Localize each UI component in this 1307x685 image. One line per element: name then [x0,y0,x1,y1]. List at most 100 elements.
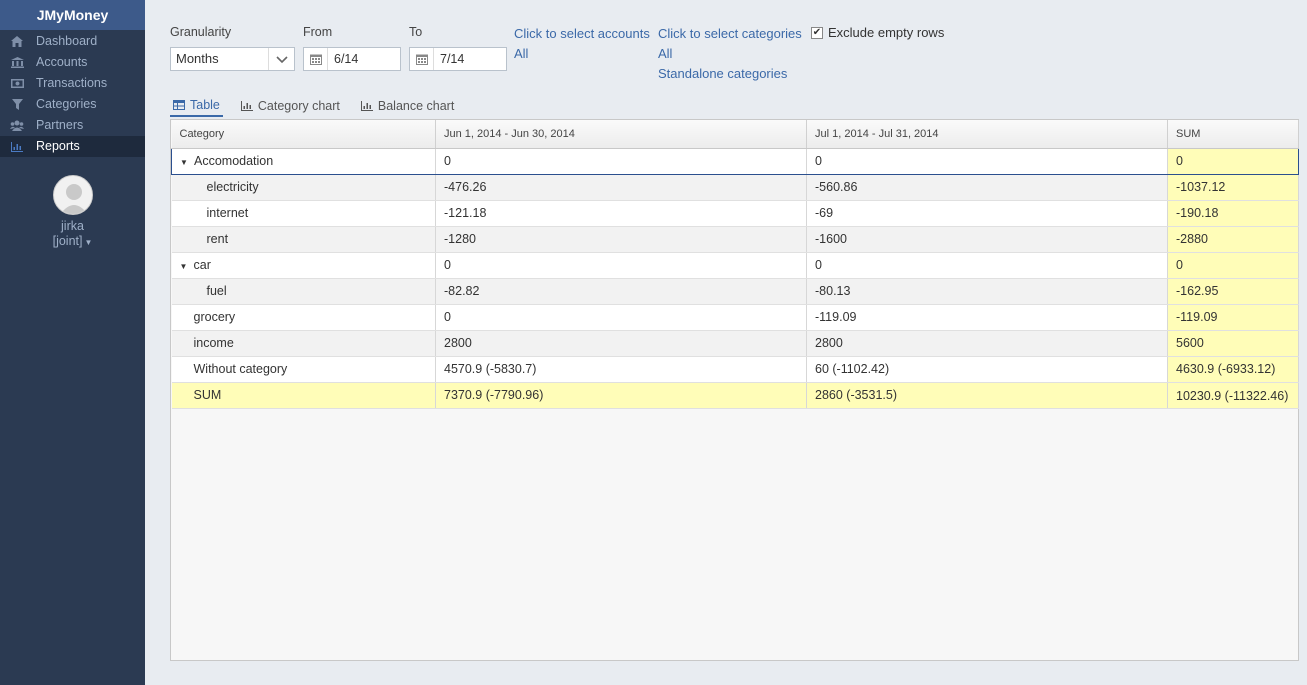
table-icon [173,100,185,110]
table-row[interactable]: internet -121.18 -69 -190.18 [171,200,1299,227]
from-date-input[interactable]: 6/14 [303,47,401,71]
column-header-sum[interactable]: SUM [1167,120,1299,149]
sidebar: JMyMoney Dashboard Accounts Transactions… [0,0,145,685]
value-cell: -476.26 [435,174,807,201]
value-cell: -1600 [806,226,1168,253]
categories-value[interactable]: All [658,46,672,61]
value-cell: 0 [806,147,1168,175]
category-label: internet [206,206,249,220]
tab-balance-chart[interactable]: Balance chart [358,95,457,117]
table-row[interactable]: fuel -82.82 -80.13 -162.95 [171,278,1299,305]
granularity-label: Granularity [170,25,232,39]
value-cell: 0 [435,252,807,279]
calendar-icon[interactable] [304,48,328,70]
tab-label: Category chart [257,99,340,113]
to-date-input[interactable]: 7/14 [409,47,507,71]
value-cell: 0 [435,304,807,331]
table-body: ▼ Accomodation 0 0 0 electricity -476.26 -560.8… [171,147,1299,409]
category-cell[interactable]: SUM [171,382,436,409]
calendar-icon[interactable] [410,48,434,70]
group-icon [10,120,24,132]
category-cell[interactable]: internet [171,200,436,227]
table-header-row: Category Jun 1, 2014 - Jun 30, 2014 Jul … [171,120,1299,149]
value-cell: -1280 [435,226,807,253]
nav-item-reports[interactable]: Reports [0,136,145,157]
table-row[interactable]: electricity -476.26 -560.86 -1037.12 [171,174,1299,201]
category-cell[interactable]: rent [171,226,436,253]
column-header-period-1[interactable]: Jun 1, 2014 - Jun 30, 2014 [435,120,807,149]
table-row[interactable]: income 2800 2800 5600 [171,330,1299,357]
expand-toggle-icon[interactable]: ▼ [180,158,194,167]
sum-cell: 4630.9 (-6933.12) [1167,356,1299,383]
nav-label: Categories [36,97,97,111]
category-label: grocery [193,310,236,324]
nav-item-categories[interactable]: Categories [0,94,145,115]
sum-cell: -190.18 [1167,200,1299,227]
value-cell: -119.09 [806,304,1168,331]
column-header-period-2[interactable]: Jul 1, 2014 - Jul 31, 2014 [806,120,1168,149]
tab-table[interactable]: Table [170,95,223,117]
table-row[interactable]: rent -1280 -1600 -2880 [171,226,1299,253]
sum-cell: -2880 [1167,226,1299,253]
category-cell[interactable]: electricity [171,174,436,201]
tab-category-chart[interactable]: Category chart [238,95,343,117]
category-cell[interactable]: Without category [171,356,436,383]
checkbox-checked-icon[interactable]: ✔ [811,26,823,39]
category-cell[interactable]: ▼ Accomodation [171,147,436,175]
category-cell[interactable]: income [171,330,436,357]
nav-label: Accounts [36,55,88,69]
table-row[interactable]: ▼ Accomodation 0 0 0 [171,147,1299,175]
nav-label: Dashboard [36,34,98,48]
expand-toggle-icon[interactable]: ▼ [180,262,194,271]
nav-label: Reports [36,139,80,153]
select-categories-link[interactable]: Click to select categories [658,26,802,41]
nav-item-partners[interactable]: Partners [0,115,145,136]
sum-cell: 5600 [1167,330,1299,357]
value-cell: -80.13 [806,278,1168,305]
account-selector[interactable]: [joint] ▼ [0,233,145,251]
category-label: income [193,336,234,350]
sum-value-cell: 2860 (-3531.5) [806,382,1168,409]
value-cell: 2800 [435,330,807,357]
sum-row[interactable]: SUM 7370.9 (-7790.96) 2860 (-3531.5) 10230.… [171,382,1299,409]
nav-item-transactions[interactable]: Transactions [0,73,145,94]
table-row[interactable]: ▼ car 0 0 0 [171,252,1299,279]
value-cell: 2800 [806,330,1168,357]
bar-chart-icon [240,101,253,111]
account-name: [joint] [52,234,83,248]
table-row[interactable]: grocery 0 -119.09 -119.09 [171,304,1299,331]
bar-chart-icon [360,101,373,111]
value-cell: -82.82 [435,278,807,305]
nav-label: Transactions [36,76,108,90]
report-tabs: Table Category chart Balance chart [170,95,472,119]
report-table: Category Jun 1, 2014 - Jun 30, 2014 Jul … [170,119,1299,661]
category-cell[interactable]: fuel [171,278,436,305]
granularity-select[interactable]: Months [170,47,295,71]
value-cell: -69 [806,200,1168,227]
nav-item-accounts[interactable]: Accounts [0,52,145,73]
nav-item-dashboard[interactable]: Dashboard [0,31,145,52]
exclude-empty-rows-label: Exclude empty rows [828,25,945,40]
category-label: electricity [206,180,259,194]
chevron-down-icon [268,48,294,70]
tab-label: Table [190,98,220,112]
filter-icon [10,99,24,111]
value-cell: 60 (-1102.42) [806,356,1168,383]
select-accounts-link[interactable]: Click to select accounts [514,26,650,41]
categories-mode[interactable]: Standalone categories [658,66,787,81]
to-label: To [409,25,423,39]
home-icon [10,36,24,48]
table-row[interactable]: Without category 4570.9 (-5830.7) 60 (-110… [171,356,1299,383]
from-label: From [303,25,333,39]
category-cell[interactable]: grocery [171,304,436,331]
avatar[interactable] [52,175,93,215]
category-label: fuel [206,284,227,298]
exclude-empty-rows-checkbox[interactable]: ✔ Exclude empty rows [811,25,944,40]
category-label: Accomodation [194,154,274,168]
nav-menu: Dashboard Accounts Transactions Categori… [0,30,145,157]
money-icon [10,78,24,90]
column-header-category[interactable]: Category [171,120,436,149]
category-cell[interactable]: ▼ car [171,252,436,279]
accounts-value[interactable]: All [514,46,528,61]
nav-label: Partners [36,118,84,132]
